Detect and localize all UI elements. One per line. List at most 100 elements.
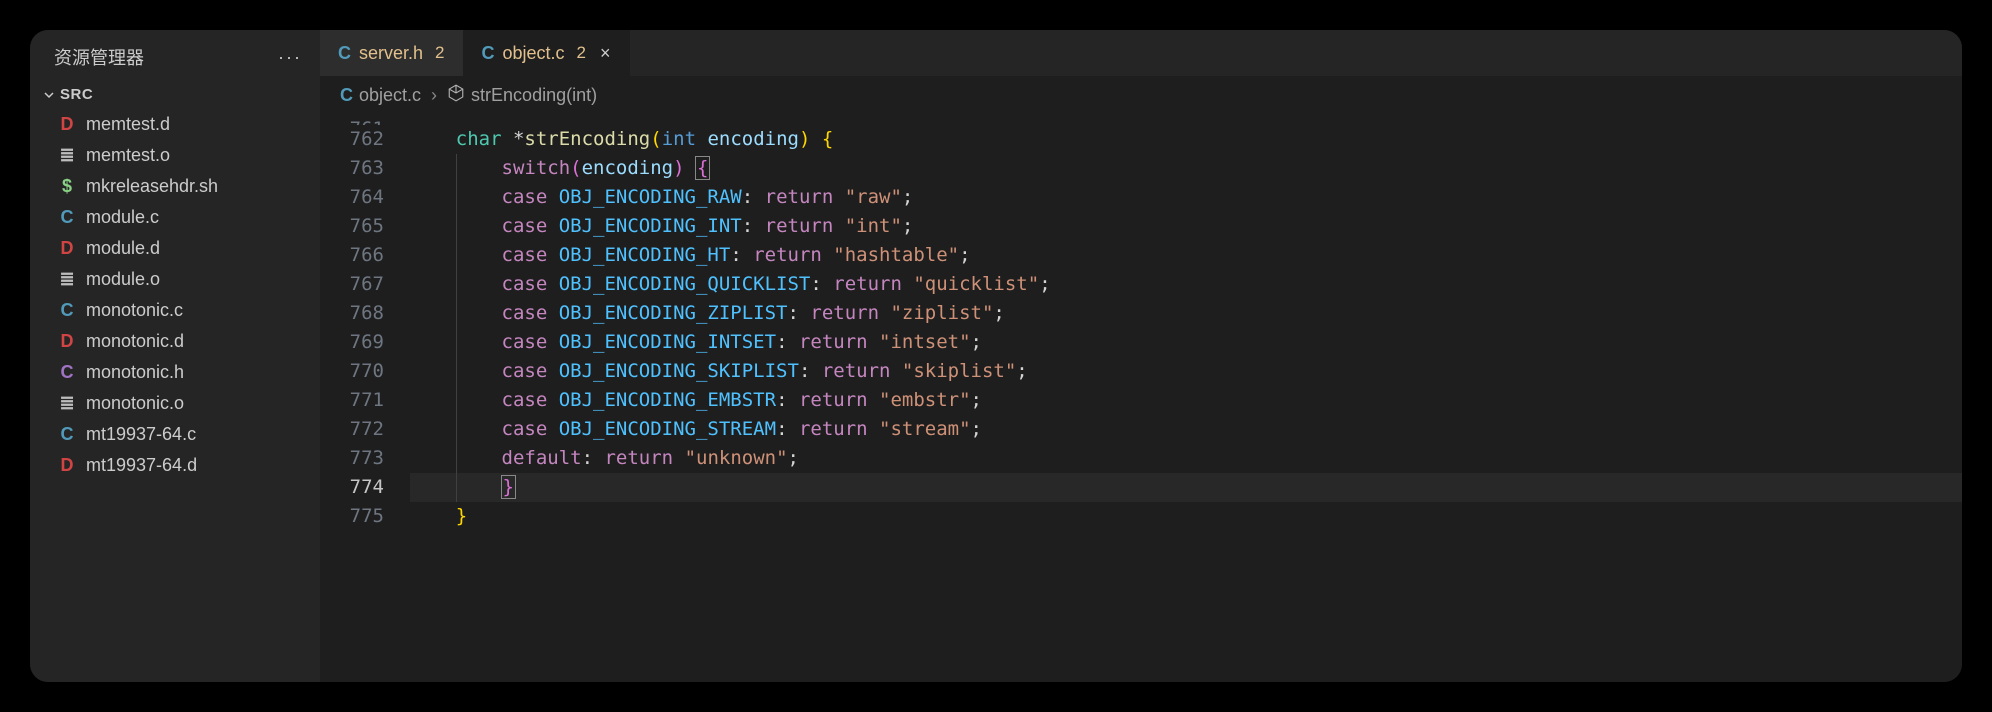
file-type-icon: D	[54, 114, 80, 135]
tab-problems-badge: 2	[435, 43, 444, 63]
file-type-icon: $	[54, 176, 80, 197]
line-number: 763	[320, 154, 384, 183]
code-line[interactable]: case OBJ_ENCODING_QUICKLIST: return "qui…	[410, 270, 1962, 299]
line-number: 770	[320, 357, 384, 386]
line-number: 765	[320, 212, 384, 241]
breadcrumb-file: object.c	[359, 85, 421, 106]
tab-label: server.h	[359, 43, 423, 64]
indent-guide	[456, 444, 457, 473]
tab-bar: Cserver.h2Cobject.c2×	[320, 30, 1962, 76]
indent-guide	[456, 415, 457, 444]
code-line[interactable]: case OBJ_ENCODING_ZIPLIST: return "zipli…	[410, 299, 1962, 328]
sidebar: 资源管理器 ··· SRC Dmemtest.d ≣ memtest.o $ mkrel…	[30, 30, 320, 682]
indent-guide	[456, 357, 457, 386]
code-editor[interactable]: 7617627637647657667677687697707717727737…	[320, 115, 1962, 682]
editor-tab[interactable]: Cserver.h 2	[320, 30, 464, 76]
c-file-icon: C	[340, 85, 353, 106]
indent-guide	[456, 328, 457, 357]
file-item[interactable]: ≣monotonic.o	[30, 388, 320, 419]
file-type-icon: ≣	[54, 269, 80, 290]
file-tree: Dmemtest.d ≣ memtest.o $ mkreleasehdr.sh Cmod…	[30, 109, 320, 682]
file-name: mt19937-64.c	[86, 424, 196, 445]
line-number: 774	[320, 473, 384, 502]
more-actions-icon[interactable]: ···	[278, 47, 302, 68]
line-number: 773	[320, 444, 384, 473]
chevron-down-icon	[42, 88, 56, 102]
file-item[interactable]: ≣ memtest.o	[30, 140, 320, 171]
indent-guide	[456, 299, 457, 328]
chevron-right-icon: ›	[431, 85, 437, 106]
file-item[interactable]: Cmonotonic.h	[30, 357, 320, 388]
indent-guide	[456, 154, 457, 183]
editor-window: 资源管理器 ··· SRC Dmemtest.d ≣ memtest.o $ mkrel…	[30, 30, 1962, 682]
code-line[interactable]: case OBJ_ENCODING_INTSET: return "intset…	[410, 328, 1962, 357]
tab-problems-badge: 2	[577, 43, 586, 63]
file-name: mkreleasehdr.sh	[86, 176, 218, 197]
file-item[interactable]: Dmodule.d	[30, 233, 320, 264]
line-number: 771	[320, 386, 384, 415]
breadcrumb-symbol: strEncoding(int)	[471, 85, 597, 106]
file-type-icon: D	[54, 238, 80, 259]
editor-tab[interactable]: Cobject.c2×	[464, 30, 630, 76]
indent-guide	[456, 473, 457, 502]
file-type-icon: C	[54, 207, 80, 228]
file-type-icon: D	[54, 455, 80, 476]
code-line[interactable]: case OBJ_ENCODING_HT: return "hashtable"…	[410, 241, 1962, 270]
file-item[interactable]: Dmemtest.d	[30, 109, 320, 140]
file-name: mt19937-64.d	[86, 455, 197, 476]
indent-guide	[456, 386, 457, 415]
indent-guide	[456, 183, 457, 212]
code-line[interactable]: switch(encoding) {	[410, 154, 1962, 183]
line-number: 772	[320, 415, 384, 444]
folder-name: SRC	[60, 86, 93, 103]
file-item[interactable]: Cmonotonic.c	[30, 295, 320, 326]
folder-header[interactable]: SRC	[30, 80, 320, 109]
line-number: 761	[320, 115, 384, 125]
file-type-icon: ≣	[54, 145, 80, 166]
file-item[interactable]: $ mkreleasehdr.sh	[30, 171, 320, 202]
file-name: memtest.o	[86, 145, 170, 166]
code-line[interactable]: case OBJ_ENCODING_RAW: return "raw";	[410, 183, 1962, 212]
breadcrumbs[interactable]: C object.c › strEncoding(int)	[320, 76, 1962, 115]
file-type-icon: C	[54, 424, 80, 445]
file-item[interactable]: Dmt19937-64.d	[30, 450, 320, 481]
code-line[interactable]: case OBJ_ENCODING_SKIPLIST: return "skip…	[410, 357, 1962, 386]
file-item[interactable]: Cmodule.c	[30, 202, 320, 233]
code-line[interactable]: }	[410, 473, 1962, 502]
file-item[interactable]: Cmt19937-64.c	[30, 419, 320, 450]
file-name: module.o	[86, 269, 160, 290]
line-number: 766	[320, 241, 384, 270]
close-icon[interactable]: ×	[600, 43, 611, 64]
line-number-gutter: 7617627637647657667677687697707717727737…	[320, 115, 410, 682]
line-number: 764	[320, 183, 384, 212]
line-number: 769	[320, 328, 384, 357]
code-line[interactable]: char *strEncoding(int encoding) {	[410, 125, 1962, 154]
indent-guide	[456, 241, 457, 270]
main-area: Cserver.h 2 Cobject.c 2 × C object.c › strEn…	[320, 30, 1962, 682]
c-file-icon: C	[338, 43, 351, 64]
code-content[interactable]: char *strEncoding(int encoding) { switch…	[410, 115, 1962, 682]
explorer-title: 资源管理器	[54, 44, 144, 70]
file-name: module.c	[86, 207, 159, 228]
file-name: module.d	[86, 238, 160, 259]
indent-guide	[456, 270, 457, 299]
symbol-method-icon	[447, 84, 465, 107]
line-number: 775	[320, 502, 384, 531]
code-line[interactable]: case OBJ_ENCODING_STREAM: return "stream…	[410, 415, 1962, 444]
file-name: monotonic.d	[86, 331, 184, 352]
line-number: 767	[320, 270, 384, 299]
file-item[interactable]: ≣ module.o	[30, 264, 320, 295]
code-line[interactable]: default: return "unknown";	[410, 444, 1962, 473]
c-file-icon: C	[482, 43, 495, 64]
file-type-icon: C	[54, 362, 80, 383]
code-line[interactable]: }	[410, 502, 1962, 531]
sidebar-header: 资源管理器 ···	[30, 30, 320, 80]
code-line[interactable]: case OBJ_ENCODING_EMBSTR: return "embstr…	[410, 386, 1962, 415]
file-type-icon: ≣	[54, 393, 80, 414]
file-type-icon: D	[54, 331, 80, 352]
file-item[interactable]: Dmonotonic.d	[30, 326, 320, 357]
file-name: memtest.d	[86, 114, 170, 135]
code-line[interactable]: case OBJ_ENCODING_INT: return "int";	[410, 212, 1962, 241]
file-name: monotonic.c	[86, 300, 183, 321]
line-number: 768	[320, 299, 384, 328]
